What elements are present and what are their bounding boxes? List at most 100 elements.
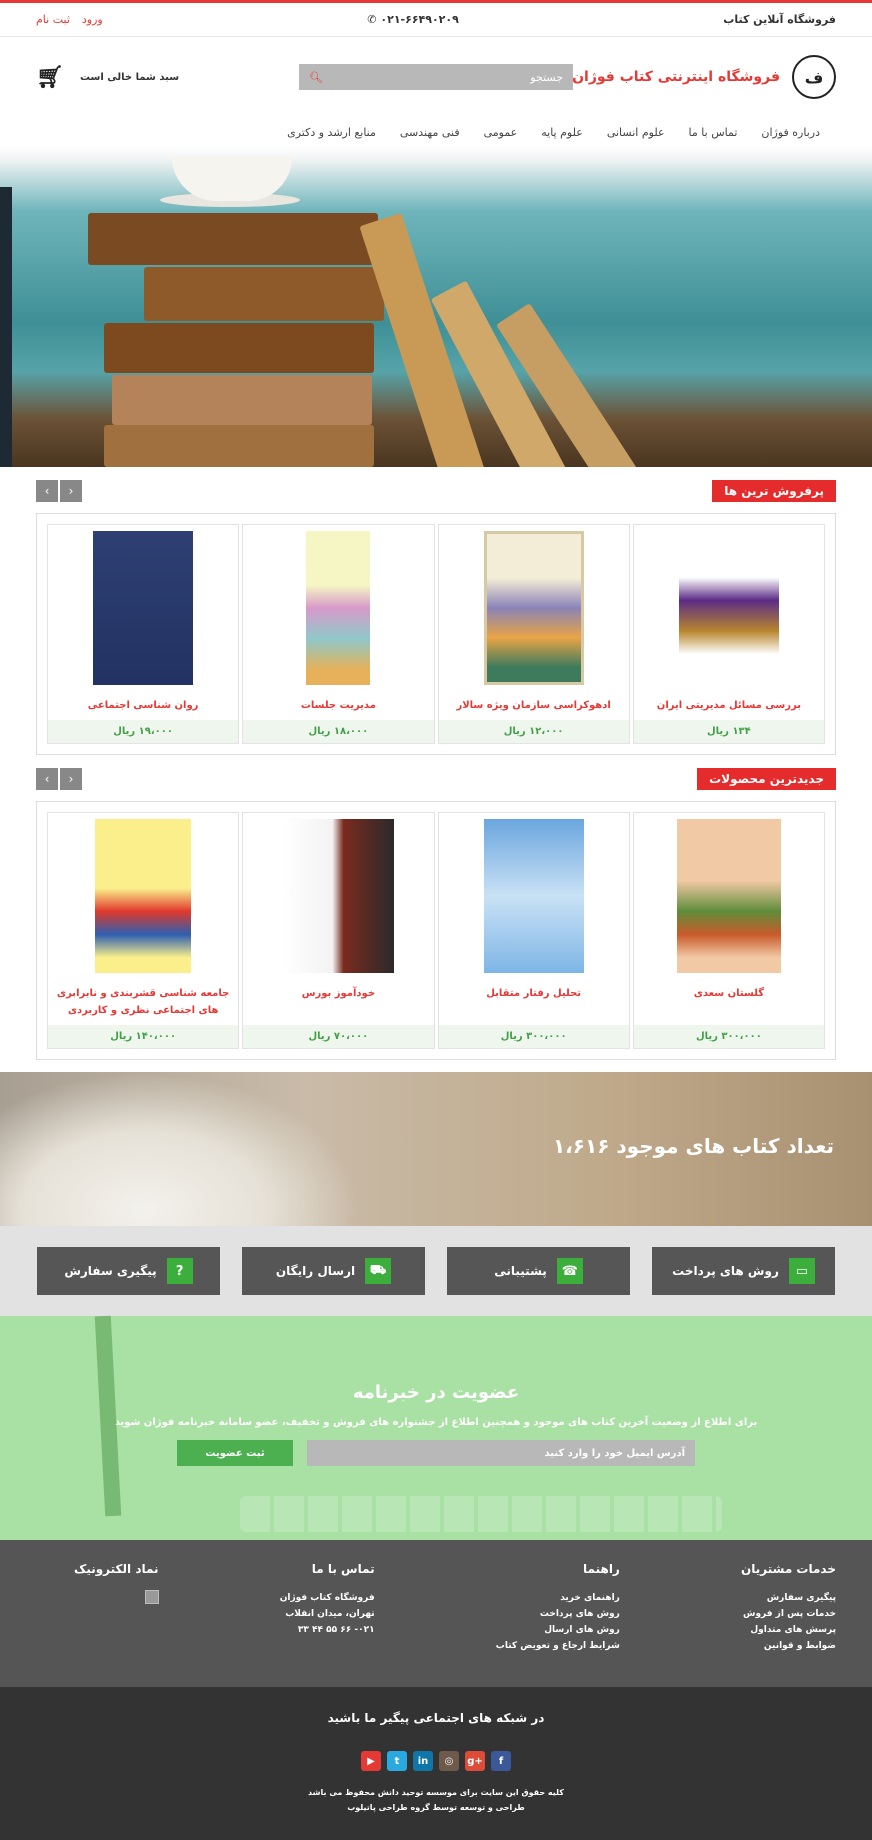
book-cover[interactable] (483, 819, 584, 973)
product-card[interactable]: ادهوکراسی سازمان ویژه سالار ۱۲،۰۰۰ ریال (437, 524, 630, 744)
feature-free-shipping[interactable]: ⛟ ارسال رایگان (242, 1247, 425, 1295)
login-link[interactable]: ورود (82, 13, 103, 26)
footer-link[interactable]: شرایط ارجاع و تعویض کتاب (496, 1638, 620, 1654)
youtube-icon[interactable]: ▶ (361, 1751, 381, 1771)
social-links: ▶ t in ◎ g+ f (0, 1751, 872, 1771)
twitter-icon[interactable]: t (387, 1751, 407, 1771)
footer-link[interactable]: راهنمای خرید (496, 1590, 620, 1606)
linkedin-icon[interactable]: in (413, 1751, 433, 1771)
product-card[interactable]: جامعه شناسی قشربندی و نابرابری های اجتما… (47, 812, 240, 1049)
newest-title: جدیدترین محصولات (697, 768, 836, 790)
nav-item-general[interactable]: عمومی (484, 126, 518, 139)
store-name[interactable]: فروشگاه اینترنتی کتاب فوژان (572, 69, 780, 85)
footer-heading: تماس با ما (311, 1562, 375, 1576)
feature-support[interactable]: ☎ پشتیبانی (447, 1247, 630, 1295)
phone-icon: ✆ (367, 13, 377, 26)
store-logo[interactable]: ف (792, 55, 836, 99)
auth-links: ورود ثبت نام (36, 13, 103, 26)
product-title[interactable]: بررسی مسائل مدیریتی ایران (651, 685, 807, 720)
product-price: ۱۸،۰۰۰ ریال (243, 720, 434, 743)
footer-link[interactable]: پیگیری سفارش (741, 1590, 836, 1606)
footer: خدمات مشتریان پیگیری سفارش خدمات پس از ف… (0, 1540, 872, 1687)
product-title[interactable]: گلستان سعدی (688, 973, 770, 1008)
footer-column-enamad: نماد الکترونیک (74, 1562, 159, 1687)
credit-card-icon: ▭ (788, 1258, 815, 1284)
bestsellers-carousel: بررسی مسائل مدیریتی ایران ۱۳۴ ریال ادهوک… (36, 513, 836, 755)
feature-payment-methods[interactable]: ▭ روش های پرداخت (652, 1247, 835, 1295)
open-book-image (0, 1072, 360, 1226)
newest-arrows: ‹ › (36, 768, 82, 790)
nav-item-graduate[interactable]: منابع ارشد و دکتری (287, 126, 376, 139)
email-field[interactable]: آدرس ایمیل خود را وارد کنید (307, 1440, 695, 1466)
header: ف فروشگاه اینترنتی کتاب فوژان 🔍︎ سبد شما… (0, 37, 872, 117)
newsletter-section: عضویت در خبرنامه برای اطلاع از وضعیت آخر… (0, 1315, 872, 1540)
keyboard-image (240, 1496, 722, 1532)
cart-icon[interactable]: 🛒︎ (36, 65, 64, 90)
nav-item-basic-sciences[interactable]: علوم پایه (541, 126, 583, 139)
product-title[interactable]: جامعه شناسی قشربندی و نابرابری های اجتما… (48, 973, 238, 1025)
feature-order-tracking[interactable]: ? پیگیری سفارش (37, 1247, 220, 1295)
newest-section: جدیدترین محصولات ‹ › گلستان سعدی ۳۰۰،۰۰۰… (36, 767, 836, 1060)
hero-banner[interactable] (0, 147, 872, 467)
book-cover[interactable] (676, 819, 781, 973)
hero-book (144, 267, 384, 321)
product-title[interactable]: روان شناسی اجتماعی (82, 685, 205, 720)
next-arrow-icon[interactable]: › (60, 480, 82, 502)
prev-arrow-icon[interactable]: ‹ (36, 480, 58, 502)
footer-link[interactable]: پرسش های متداول (741, 1622, 836, 1638)
product-card[interactable]: تحلیل رفتار متقابل ۳۰۰،۰۰۰ ریال (437, 812, 630, 1049)
main-nav: درباره فوژان تماس با ما علوم انسانی علوم… (0, 117, 872, 147)
cart[interactable]: سبد شما خالی است 🛒︎ (36, 65, 179, 90)
hero-book (104, 425, 374, 467)
book-cover[interactable] (282, 819, 395, 973)
book-cover[interactable] (306, 531, 371, 685)
enamad-badge-image[interactable] (144, 1590, 159, 1604)
search-icon[interactable]: 🔍︎ (309, 71, 323, 84)
book-count-banner: تعداد کتاب های موجود ۱،۶۱۶ (0, 1072, 872, 1226)
footer-link[interactable]: خدمات پس از فروش (741, 1606, 836, 1622)
footer-link[interactable]: روش های پرداخت (496, 1606, 620, 1622)
register-link[interactable]: ثبت نام (36, 13, 70, 26)
facebook-icon[interactable]: f (491, 1751, 511, 1771)
product-price: ۱۲،۰۰۰ ریال (438, 720, 629, 743)
truck-icon: ⛟ (365, 1258, 392, 1284)
nav-item-contact[interactable]: تماس با ما (689, 126, 738, 139)
product-title[interactable]: مدیریت جلسات (295, 685, 382, 720)
book-cover[interactable] (93, 531, 194, 685)
product-card[interactable]: روان شناسی اجتماعی ۱۹،۰۰۰ ریال (47, 524, 240, 744)
product-card[interactable]: بررسی مسائل مدیریتی ایران ۱۳۴ ریال (632, 524, 825, 744)
product-card[interactable]: گلستان سعدی ۳۰۰،۰۰۰ ریال (632, 812, 825, 1049)
nav-item-engineering[interactable]: فنی مهندسی (400, 126, 460, 139)
product-price: ۷۰،۰۰۰ ریال (243, 1025, 434, 1048)
nav-item-about[interactable]: درباره فوژان (761, 126, 820, 139)
product-price: ۱۹،۰۰۰ ریال (48, 720, 239, 743)
contact-card-icon: ☎ (556, 1258, 583, 1284)
book-cover[interactable] (678, 531, 779, 685)
search-input[interactable] (343, 70, 563, 84)
credit-text[interactable]: طراحی و توسعه توسط گروه طراحی پاتیلوب (0, 1800, 872, 1815)
hero-book (112, 375, 372, 425)
newsletter-title: عضویت در خبرنامه (352, 1382, 520, 1403)
hero-book (104, 323, 374, 373)
phone-value: ۰۲۱-۶۶۴۹۰۲۰۹ (380, 13, 459, 26)
subscribe-button[interactable]: ثبت عضویت (177, 1440, 293, 1466)
book-cover[interactable] (483, 531, 584, 685)
book-cover[interactable] (95, 819, 192, 973)
footer-column-guide: راهنما راهنمای خرید روش های پرداخت روش ه… (496, 1562, 620, 1687)
footer-column-customer-services: خدمات مشتریان پیگیری سفارش خدمات پس از ف… (741, 1562, 836, 1687)
footer-heading: راهنما (583, 1562, 620, 1576)
footer-link[interactable]: ضوابط و قوانین (741, 1638, 836, 1654)
product-title[interactable]: ادهوکراسی سازمان ویژه سالار (450, 685, 616, 720)
product-card[interactable]: مدیریت جلسات ۱۸،۰۰۰ ریال (242, 524, 435, 744)
product-title[interactable]: تحلیل رفتار متقابل (480, 973, 587, 1008)
nav-item-humanities[interactable]: علوم انسانی (607, 126, 665, 139)
footer-link[interactable]: روش های ارسال (496, 1622, 620, 1638)
product-title[interactable]: خودآموز بورس (296, 973, 381, 1008)
instagram-icon[interactable]: ◎ (439, 1751, 459, 1771)
copyright-text: کلیه حقوق این سایت برای موسسه توحید دانش… (308, 1788, 564, 1797)
google-plus-icon[interactable]: g+ (465, 1751, 485, 1771)
next-arrow-icon[interactable]: › (60, 768, 82, 790)
product-card[interactable]: خودآموز بورس ۷۰،۰۰۰ ریال (242, 812, 435, 1049)
feature-label: روش های پرداخت (672, 1264, 779, 1278)
prev-arrow-icon[interactable]: ‹ (36, 768, 58, 790)
